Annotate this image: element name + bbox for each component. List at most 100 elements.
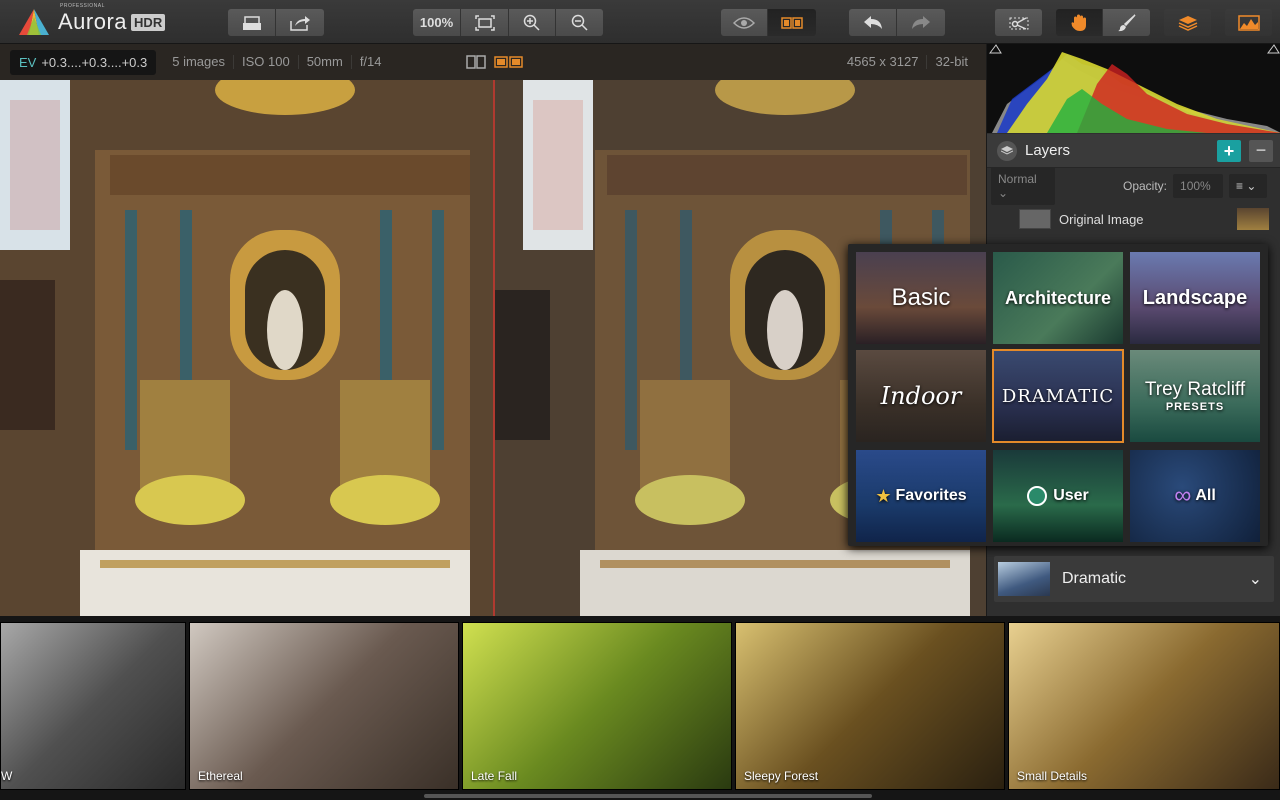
category-user-label: User [1053,487,1089,504]
undo-button[interactable] [849,9,897,36]
blend-mode-dropdown[interactable]: Normal ⌄ [991,167,1055,205]
app-name: PROFESSIONAL Aurora [58,3,128,35]
redo-icon [912,15,930,29]
chevron-down-icon: ⌄ [1248,571,1262,588]
zoom-in-button[interactable] [509,9,556,36]
open-icon [242,15,261,30]
category-trey-ratcliff[interactable]: Trey Ratcliff PRESETS [1130,350,1260,442]
brush-tool-button[interactable] [1103,9,1150,36]
chevron-down-icon: ⌄ [998,186,1009,200]
preset-thumbnail[interactable]: Late Fall [462,622,732,790]
layer-image-thumbnail [1237,208,1269,230]
preset-thumbnail-label: Sleepy Forest [744,769,819,783]
user-icon [1027,486,1048,506]
layers-panel-button[interactable] [1164,9,1211,36]
app-title: Aurora [58,9,128,34]
image-dimensions: 4565 x 3127 [839,55,928,69]
category-user[interactable]: User [993,450,1123,542]
layers-title: Layers [1025,142,1071,159]
fit-to-screen-button[interactable] [461,9,509,36]
mask-tool-group [995,9,1042,36]
category-favorites[interactable]: ★ Favorites [856,450,986,542]
preset-filmstrip: W Ethereal Late Fall Sleepy Forest Small… [0,616,1280,800]
view-buttons [721,9,816,36]
category-trey-sublabel: PRESETS [1165,401,1225,413]
category-dramatic[interactable]: DRAMATIC [992,349,1124,443]
hand-tool-button[interactable] [1056,9,1103,36]
category-basic[interactable]: Basic [856,252,986,344]
zoom-in-icon [523,14,540,31]
hdr-badge: HDR [131,13,166,31]
file-buttons [228,9,324,36]
layers-stack-icon [1178,15,1197,31]
image-count: 5 images [164,55,234,69]
preset-thumbnail-label: W [1,769,13,783]
layer-name: Original Image [1059,211,1144,227]
category-indoor[interactable]: Indoor [856,350,986,442]
category-architecture[interactable]: Architecture [993,252,1123,344]
top-toolbar: PROFESSIONAL Aurora HDR 100% [0,0,1280,44]
preset-category-selector[interactable]: Dramatic ⌄ [994,556,1274,602]
zoom-out-button[interactable] [556,9,603,36]
selected-category-name: Dramatic [1062,570,1127,587]
layer-mask-thumbnail [1019,209,1051,229]
layers-panel-header: Layers + − [987,134,1280,168]
category-all[interactable]: ∞ All [1130,450,1260,542]
zoom-out-icon [571,14,588,31]
add-layer-button[interactable]: + [1217,140,1241,162]
star-icon: ★ [875,485,892,506]
opacity-value: 100% [1180,179,1211,193]
preset-category-popup: Basic Architecture Landscape Indoor DRAM… [848,244,1268,546]
preset-thumbnail[interactable]: W [0,622,186,790]
exif-info: 5 images ISO 100 50mm f/14 [164,55,389,69]
preset-thumbnail-label: Small Details [1017,769,1088,783]
bit-depth: 32-bit [935,54,968,69]
preset-thumbnail[interactable]: Sleepy Forest [735,622,1005,790]
filmstrip-scrollbar[interactable] [424,794,872,798]
category-landscape[interactable]: Landscape [1130,252,1260,344]
layer-row[interactable]: Original Image [987,204,1280,234]
split-view-button[interactable] [768,9,816,36]
redo-button[interactable] [897,9,945,36]
undo-icon [863,15,882,29]
image-info-bar: EV +0.3....+0.3....+0.3 5 images ISO 100 … [0,44,986,80]
category-architecture-label: Architecture [1004,287,1112,308]
side-by-side-icon[interactable] [466,55,486,69]
preset-thumbnail-label: Late Fall [471,769,518,783]
eye-icon [733,16,755,29]
image-specs: 4565 x 3127 32-bit [839,55,976,69]
preset-thumbnail[interactable]: Small Details [1008,622,1280,790]
compare-mode-icons [466,55,524,69]
pro-label: PROFESSIONAL [60,3,105,9]
category-indoor-label: Indoor [880,382,962,410]
layer-menu-button[interactable]: ≡ ⌄ [1229,174,1268,198]
histogram [987,44,1280,133]
opacity-dropdown[interactable]: 100% [1173,174,1224,198]
remove-layer-button[interactable]: − [1249,140,1273,162]
open-button[interactable] [228,9,276,36]
split-view-divider[interactable] [493,80,495,616]
zoom-100-button[interactable]: 100% [413,9,461,36]
layers-toggle-group [1164,9,1211,36]
preview-toggle-button[interactable] [721,9,768,36]
category-basic-label: Basic [891,284,951,311]
share-icon [290,15,310,31]
category-all-label: All [1195,487,1216,504]
blend-mode-value: Normal [998,172,1037,186]
preset-thumbnail[interactable]: Ethereal [189,622,459,790]
history-buttons [849,9,945,36]
histogram-icon [1237,14,1260,31]
tool-buttons [1056,9,1150,36]
histogram-panel-button[interactable] [1225,9,1272,36]
category-dramatic-label: DRAMATIC [1001,385,1115,407]
ev-label: EV [19,54,37,70]
fit-screen-icon [474,14,495,31]
opacity-label: Opacity: [1123,179,1168,193]
split-compare-icon[interactable] [494,55,524,69]
share-button[interactable] [276,9,324,36]
mask-tool-button[interactable] [995,9,1042,36]
preset-category-thumbnail [998,562,1050,596]
app-logo: PROFESSIONAL Aurora HDR [16,3,166,39]
category-trey-label: Trey Ratcliff [1144,379,1246,400]
infinity-icon: ∞ [1174,482,1192,509]
